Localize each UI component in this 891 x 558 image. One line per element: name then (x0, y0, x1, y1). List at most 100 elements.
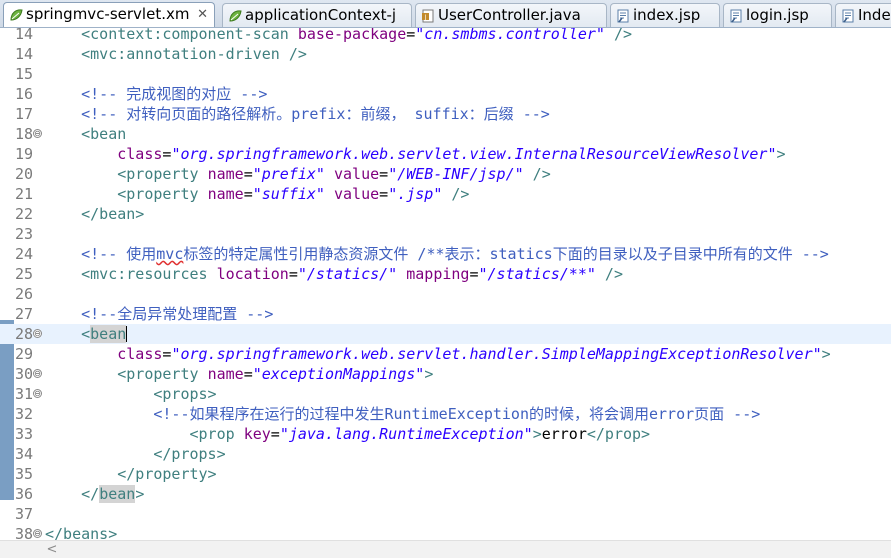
code-line[interactable]: 20 <property name="prefix" value="/WEB-I… (0, 164, 891, 184)
code-line[interactable]: 25 <mvc:resources location="/statics/" m… (0, 264, 891, 284)
code-token: <!-- 对转向页面的路径解析。prefix：前缀， suffix：后缀 --> (45, 105, 550, 123)
code-token: = (288, 265, 298, 283)
code-token: = (406, 28, 416, 43)
code-line[interactable]: 23 (0, 224, 891, 244)
matched-tag-highlight: bean (99, 485, 136, 503)
code-line[interactable]: 36 </bean> (0, 484, 891, 504)
fold-toggle-icon[interactable]: ⊖ (33, 529, 42, 538)
code-line[interactable]: 29 class="org.springframework.web.servle… (0, 344, 891, 364)
code-token: /> (595, 265, 623, 283)
code-token: "exceptionMappings" (252, 365, 425, 383)
horizontal-scrollbar[interactable]: < (0, 540, 891, 558)
code-token: "suffix" (252, 185, 325, 203)
code-token: "/WEB-INF/jsp/" (388, 165, 524, 183)
code-line[interactable]: 38 ⊖ </beans> (0, 524, 891, 540)
code-text: </bean> (45, 484, 144, 504)
code-token: </property> (45, 465, 217, 483)
code-line[interactable]: 14 <mvc:annotation-driven /> (0, 44, 891, 64)
code-line[interactable]: 18 ⊖ <bean (0, 124, 891, 144)
code-line[interactable]: 30 ⊖ <property name="exceptionMappings"> (0, 364, 891, 384)
code-text: <props> (45, 384, 216, 404)
code-line[interactable]: 32 <!--如果程序在运行的过程中发生RuntimeException的时候，… (0, 404, 891, 424)
line-number: 18 (14, 125, 33, 143)
text-caret (126, 326, 128, 342)
line-number: 25 (14, 265, 33, 283)
code-text: </beans> (45, 524, 117, 540)
jsp-file-icon (617, 9, 629, 23)
code-token: "cn.smbms.controller" (415, 28, 605, 43)
fold-toggle-icon[interactable]: ⊖ (33, 389, 42, 398)
tab-label: index.jsp (633, 6, 701, 24)
line-number: 37 (14, 505, 33, 523)
code-token: = (243, 165, 253, 183)
line-number: 36 (14, 485, 33, 503)
code-text: </bean> (45, 204, 144, 224)
close-icon[interactable]: ✕ (197, 3, 208, 26)
code-line[interactable]: 19 class="org.springframework.web.servle… (0, 144, 891, 164)
code-line[interactable]: 21 <property name="suffix" value=".jsp" … (0, 184, 891, 204)
code-text: <!--全局异常处理配置 --> (45, 304, 273, 324)
tab-springmvc-servlet-xm[interactable]: springmvc-servlet.xm ✕ (3, 2, 215, 27)
code-token: location (216, 265, 289, 283)
tab-label: login.jsp (746, 6, 809, 24)
tab-applicationcontext-j[interactable]: applicationContext-j (222, 3, 412, 27)
code-line[interactable]: 17 <!-- 对转向页面的路径解析。prefix：前缀， suffix：后缀 … (0, 104, 891, 124)
tab-label: Inde (858, 6, 891, 24)
code-token: <!--如果程序在运行的过程中发生RuntimeException的时候，将会调… (45, 405, 761, 423)
code-line[interactable]: 35 </property> (0, 464, 891, 484)
code-text: <!-- 使用mvc标签的特定属性引用静态资源文件 /**表示：statics下… (45, 244, 829, 264)
line-number: 22 (14, 205, 33, 223)
code-token: "java.lang.RuntimeException" (279, 425, 533, 443)
fold-toggle-icon[interactable]: ⊖ (33, 329, 42, 338)
code-token: "/statics/**" (478, 265, 596, 283)
code-token: <bean (45, 125, 127, 143)
code-text: <!--如果程序在运行的过程中发生RuntimeException的时候，将会调… (45, 404, 760, 424)
scroll-left-arrow-icon[interactable]: < (43, 541, 61, 558)
code-line[interactable]: 16 <!-- 完成视图的对应 --> (0, 84, 891, 104)
code-token: ".jsp" (388, 185, 443, 203)
code-line[interactable]: 15 (0, 64, 891, 84)
code-token: base-package (297, 28, 407, 43)
code-line[interactable]: 31 ⊖ <props> (0, 384, 891, 404)
code-token: </beans> (45, 525, 118, 540)
line-number: 24 (14, 245, 33, 263)
code-token: > (776, 145, 786, 163)
matched-tag-highlight: bean (90, 325, 127, 343)
code-line[interactable]: 28 ⊖ <bean (0, 324, 891, 344)
code-line[interactable]: 37 (0, 504, 891, 524)
tab-login-jsp[interactable]: login.jsp (723, 3, 832, 27)
code-line[interactable]: 14 <context:component-scan base-package=… (0, 28, 891, 44)
code-token: "/statics/" (297, 265, 398, 283)
tab-label: UserController.java (438, 6, 581, 24)
code-line[interactable]: 22 </bean> (0, 204, 891, 224)
line-number: 17 (14, 105, 33, 123)
code-line[interactable]: 33 <prop key="java.lang.RuntimeException… (0, 424, 891, 444)
code-text: <property name="suffix" value=".jsp" /> (45, 184, 469, 204)
code-line[interactable]: 24 <!-- 使用mvc标签的特定属性引用静态资源文件 /**表示：stati… (0, 244, 891, 264)
fold-toggle-icon[interactable]: ⊖ (33, 129, 42, 138)
fold-toggle-icon[interactable]: ⊖ (33, 369, 42, 378)
code-line[interactable]: 26 (0, 284, 891, 304)
code-token: value (334, 185, 380, 203)
tab-index-jsp[interactable]: index.jsp (610, 3, 720, 27)
line-number: 35 (14, 465, 33, 483)
code-token: /> (442, 185, 470, 203)
svg-text:J: J (424, 14, 427, 21)
line-number: 32 (14, 405, 33, 423)
code-line[interactable]: 34 </props> (0, 444, 891, 464)
tab-inde[interactable]: Inde (835, 3, 891, 27)
spelling-warning-token: mvc (156, 245, 184, 263)
code-token: = (379, 185, 389, 203)
code-token: </props> (45, 445, 226, 463)
code-editor[interactable]: 14 <context:component-scan base-package=… (0, 28, 891, 540)
code-line[interactable]: 27 <!--全局异常处理配置 --> (0, 304, 891, 324)
code-token: value (334, 165, 380, 183)
code-token: <mvc:annotation-driven /> (45, 45, 307, 63)
line-number: 19 (14, 145, 33, 163)
code-token: 标签的特定属性引用静态资源文件 /**表示：statics下面的目录以及子目录中… (183, 245, 829, 263)
tab-usercontroller-java[interactable]: J UserController.java (415, 3, 607, 27)
